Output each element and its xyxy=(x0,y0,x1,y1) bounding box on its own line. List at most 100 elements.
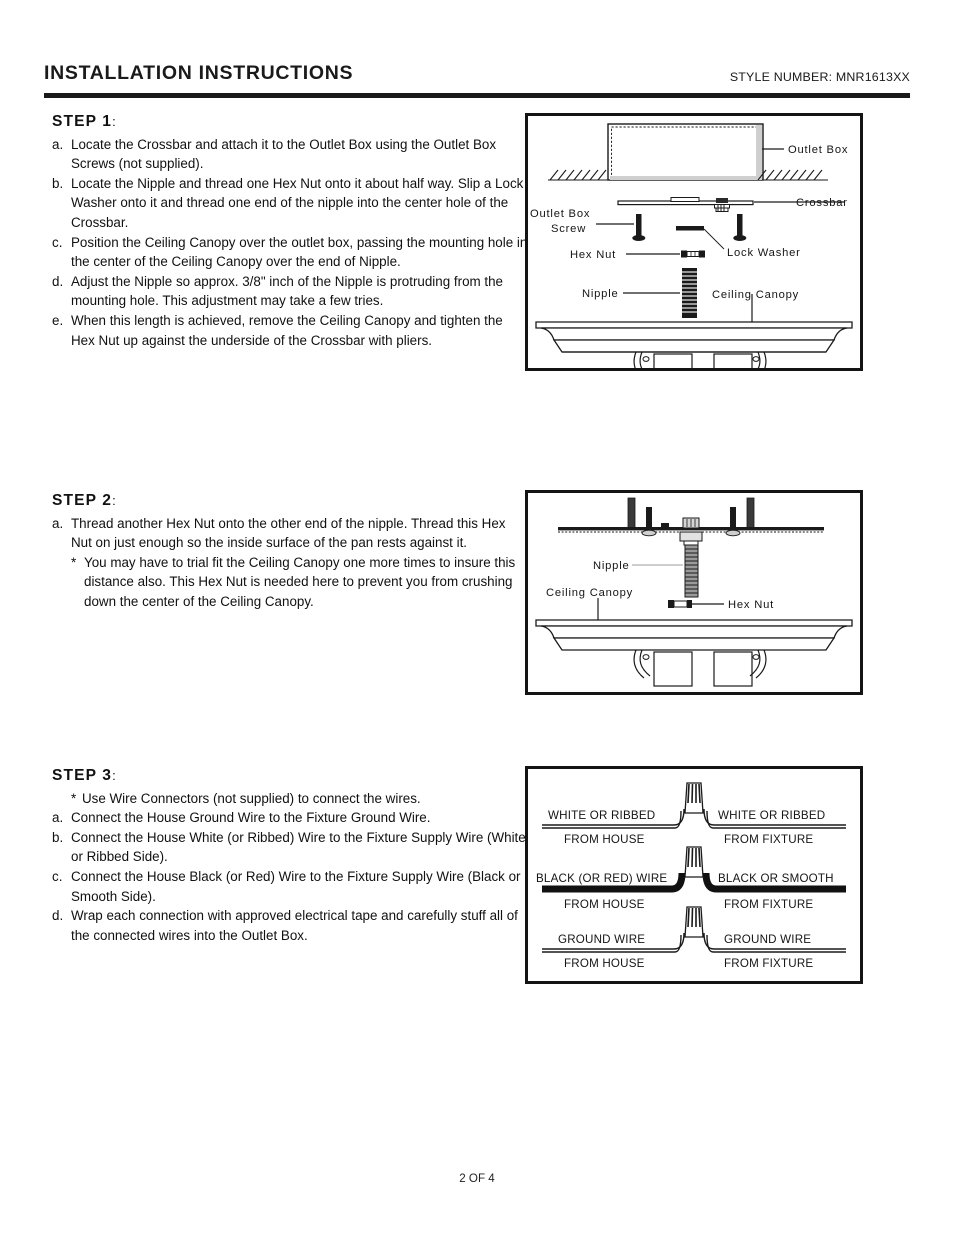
wire-label-left-top: WHITE OR RIBBED xyxy=(548,809,655,822)
crossbar-graphic xyxy=(617,197,754,212)
wire-label-left-bottom: FROM HOUSE xyxy=(564,833,645,846)
step-1-text-block: STEP 1: a. Locate the Crossbar and attac… xyxy=(52,112,530,350)
list-marker: d. xyxy=(52,273,64,289)
step-3-title-colon: : xyxy=(112,768,116,783)
list-item: c. Position the Ceiling Canopy over the … xyxy=(52,233,530,272)
list-text: Wrap each connection with approved elect… xyxy=(71,908,518,943)
step-1-title-label: STEP 1 xyxy=(52,113,113,130)
header-divider xyxy=(44,93,910,98)
step-2-diagram-svg: Nipple Ceiling Canopy Hex Nut xyxy=(535,497,853,687)
crossbar-assembly-graphic xyxy=(558,497,824,546)
wire-connector-icon xyxy=(684,846,704,878)
outlet-box-screw-graphic-2 xyxy=(733,214,747,241)
step-3-diagram-svg: WHITE OR RIBBED WHITE OR RIBBED FROM HOU… xyxy=(536,782,846,970)
step-2-diagram: Nipple Ceiling Canopy Hex Nut xyxy=(525,490,863,695)
style-number: STYLE NUMBER: MNR1613XX xyxy=(729,70,910,84)
step-1-diagram-svg: Outlet Box Crossbar Outlet Box Screw Hex… xyxy=(530,123,853,368)
step-1-title: STEP 1: xyxy=(52,112,530,132)
list-text: Use Wire Connectors (not supplied) to co… xyxy=(82,790,421,806)
nipple-graphic xyxy=(623,268,697,318)
hex-nut-graphic xyxy=(626,250,705,258)
wire-label-left-bottom: FROM HOUSE xyxy=(564,957,645,970)
wire-label-right-top: BLACK OR SMOOTH xyxy=(718,872,834,885)
step-1-list: a. Locate the Crossbar and attach it to … xyxy=(52,135,530,351)
nipple-graphic xyxy=(632,544,699,598)
step-2-list: a. Thread another Hex Nut onto the other… xyxy=(52,514,530,612)
step-2-title-label: STEP 2 xyxy=(52,492,113,509)
wire-connector-icon xyxy=(684,906,704,938)
page-footer: 2 OF 4 xyxy=(0,1172,954,1185)
step-3-title: STEP 3: xyxy=(52,766,530,786)
step-2-title-colon: : xyxy=(112,493,116,508)
list-item-note: * You may have to trial fit the Ceiling … xyxy=(52,553,530,612)
wire-label-left-top: GROUND WIRE xyxy=(558,933,645,946)
list-text: Locate the Nipple and thread one Hex Nut… xyxy=(71,175,524,230)
list-item: d. Adjust the Nipple so approx. 3/8" inc… xyxy=(52,272,530,311)
list-text: Connect the House White (or Ribbed) Wire… xyxy=(71,829,526,865)
hex-nut-graphic xyxy=(668,600,724,608)
wire-label-right-top: WHITE OR RIBBED xyxy=(718,809,825,822)
list-text: Position the Ceiling Canopy over the out… xyxy=(71,234,528,270)
list-item: a. Locate the Crossbar and attach it to … xyxy=(52,135,530,174)
step-2-text-block: STEP 2: a. Thread another Hex Nut onto t… xyxy=(52,491,530,612)
list-text: You may have to trial fit the Ceiling Ca… xyxy=(84,554,516,609)
nipple-label: Nipple xyxy=(593,560,630,572)
page-title: INSTALLATION INSTRUCTIONS xyxy=(44,62,354,84)
outlet-box-screw-label-line1: Outlet Box xyxy=(530,208,590,220)
list-marker: b. xyxy=(52,829,64,845)
ceiling-canopy-label: Ceiling Canopy xyxy=(712,289,799,301)
outlet-box-graphic xyxy=(607,123,764,181)
asterisk-marker: * xyxy=(71,790,77,806)
list-marker: e. xyxy=(52,312,64,328)
wire-label-right-bottom: FROM FIXTURE xyxy=(724,957,813,970)
list-item: e. When this length is achieved, remove … xyxy=(52,311,530,350)
wire-connector-icon xyxy=(684,782,704,814)
page-number: 2 OF 4 xyxy=(459,1172,495,1185)
outlet-box-screw-label-line2: Screw xyxy=(551,223,586,235)
step-3-text-block: STEP 3: * Use Wire Connectors (not suppl… xyxy=(52,766,530,945)
list-text: Locate the Crossbar and attach it to the… xyxy=(71,136,497,172)
list-item: b. Locate the Nipple and thread one Hex … xyxy=(52,174,530,233)
lock-washer-label: Lock Washer xyxy=(727,247,801,259)
step-2-title: STEP 2: xyxy=(52,491,530,511)
list-marker: d. xyxy=(52,908,64,924)
lock-washer-graphic xyxy=(676,226,725,250)
hex-nut-label: Hex Nut xyxy=(570,249,616,261)
list-marker: c. xyxy=(52,868,63,884)
nipple-label: Nipple xyxy=(582,288,619,300)
wire-row-black: BLACK (OR RED) WIRE BLACK OR SMOOTH FROM… xyxy=(536,846,846,911)
ceiling-canopy-label: Ceiling Canopy xyxy=(546,587,633,599)
step-3-list: * Use Wire Connectors (not supplied) to … xyxy=(52,789,530,946)
list-text: When this length is achieved, remove the… xyxy=(71,312,503,348)
wire-label-right-top: GROUND WIRE xyxy=(724,933,811,946)
list-text: Connect the House Black (or Red) Wire to… xyxy=(71,868,521,904)
outlet-box-label: Outlet Box xyxy=(788,144,848,156)
list-text: Adjust the Nipple so approx. 3/8" inch o… xyxy=(71,273,504,309)
document-header: INSTALLATION INSTRUCTIONS STYLE NUMBER: … xyxy=(44,62,910,96)
asterisk-marker: * xyxy=(71,554,77,570)
wire-label-right-bottom: FROM FIXTURE xyxy=(724,833,813,846)
wire-row-white: WHITE OR RIBBED WHITE OR RIBBED FROM HOU… xyxy=(542,782,846,846)
outlet-box-screw-graphic xyxy=(632,214,646,241)
list-item: b. Connect the House White (or Ribbed) W… xyxy=(52,828,530,867)
list-marker: a. xyxy=(52,810,64,826)
list-item: d. Wrap each connection with approved el… xyxy=(52,906,530,945)
step-3-title-label: STEP 3 xyxy=(52,767,113,784)
wire-row-ground: GROUND WIRE GROUND WIRE FROM HOUSE FROM … xyxy=(542,906,846,970)
list-item: a. Connect the House Ground Wire to the … xyxy=(52,808,530,828)
list-marker: a. xyxy=(52,515,64,531)
hex-nut-label: Hex Nut xyxy=(728,599,774,611)
wire-label-right-bottom: FROM FIXTURE xyxy=(724,898,813,911)
step-1-diagram: Outlet Box Crossbar Outlet Box Screw Hex… xyxy=(525,113,863,371)
list-marker: b. xyxy=(52,175,64,191)
ceiling-canopy-graphic xyxy=(535,598,853,687)
list-item: c. Connect the House Black (or Red) Wire… xyxy=(52,867,530,906)
wire-label-left-top: BLACK (OR RED) WIRE xyxy=(536,872,667,885)
crossbar-label: Crossbar xyxy=(796,197,848,209)
list-item-note: * Use Wire Connectors (not supplied) to … xyxy=(52,789,530,809)
list-text: Thread another Hex Nut onto the other en… xyxy=(71,515,506,551)
list-text: Connect the House Ground Wire to the Fix… xyxy=(71,810,431,826)
list-item: a. Thread another Hex Nut onto the other… xyxy=(52,514,530,553)
step-1-title-colon: : xyxy=(112,114,116,129)
list-marker: a. xyxy=(52,136,64,152)
